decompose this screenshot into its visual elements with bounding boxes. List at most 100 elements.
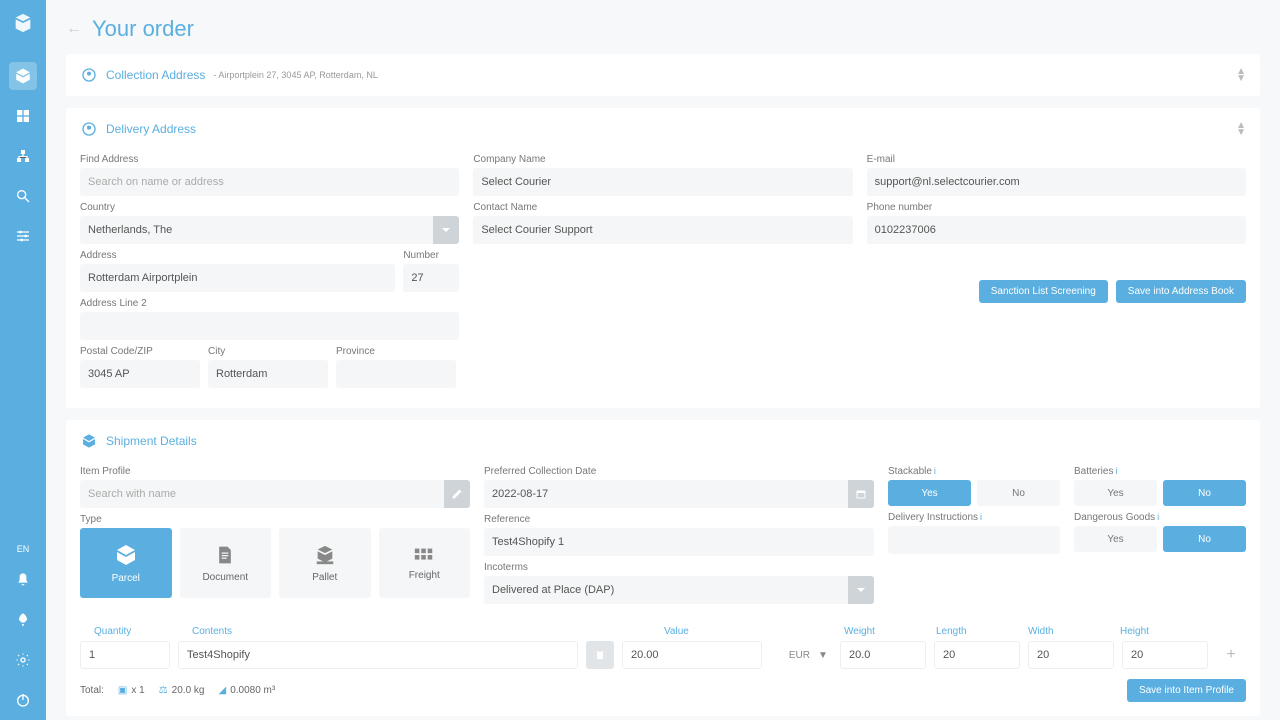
clipboard-icon[interactable] xyxy=(586,641,614,669)
totals: Total: ▣x 1 ⚖20.0 kg ◢0.0080 m³ Save int… xyxy=(80,679,1246,702)
nav-rocket[interactable] xyxy=(9,606,37,634)
nav-dashboard[interactable] xyxy=(9,102,37,130)
province-input[interactable] xyxy=(336,360,456,388)
company-input[interactable] xyxy=(473,168,852,196)
nav-search[interactable] xyxy=(9,182,37,210)
expand-toggle-icon[interactable]: ▲▼ xyxy=(1236,68,1246,82)
document-icon xyxy=(215,544,235,566)
stackable-yes[interactable]: Yes xyxy=(888,480,971,506)
volume-icon: ◢ xyxy=(218,685,226,696)
label-pcd: Preferred Collection Date xyxy=(484,466,874,477)
country-chevron-icon[interactable] xyxy=(433,216,459,244)
info-icon[interactable]: i xyxy=(934,466,936,476)
item-contents-input[interactable] xyxy=(178,641,578,669)
currency-label[interactable]: EUR xyxy=(770,641,810,669)
item-length-input[interactable] xyxy=(934,641,1020,669)
postal-input[interactable] xyxy=(80,360,200,388)
pin-icon xyxy=(80,66,98,84)
delivery-panel: Delivery Address ▲▼ Find Address Country xyxy=(66,108,1260,408)
main: ← Your order Collection Address - Airpor… xyxy=(46,0,1280,720)
phone-input[interactable] xyxy=(867,216,1246,244)
type-freight[interactable]: Freight xyxy=(379,528,471,598)
label-incoterms: Incoterms xyxy=(484,562,874,573)
items-header: Quantity Contents Value Weight Length Wi… xyxy=(80,626,1246,641)
parcel-icon xyxy=(114,543,138,567)
nav-notifications[interactable] xyxy=(9,566,37,594)
email-input[interactable] xyxy=(867,168,1246,196)
item-qty-input[interactable] xyxy=(80,641,170,669)
shipment-panel: Shipment Details Item Profile Type xyxy=(66,420,1260,716)
type-document[interactable]: Document xyxy=(180,528,272,598)
item-value-input[interactable] xyxy=(622,641,762,669)
page-title: Your order xyxy=(92,16,194,42)
chevron-down-icon[interactable] xyxy=(848,576,874,604)
calendar-icon[interactable] xyxy=(848,480,874,508)
collection-subtitle: - Airportplein 27, 3045 AP, Rotterdam, N… xyxy=(213,70,377,80)
label-phone: Phone number xyxy=(867,202,1246,213)
save-profile-button[interactable]: Save into Item Profile xyxy=(1127,679,1246,702)
label-reference: Reference xyxy=(484,514,874,525)
label-contact: Contact Name xyxy=(473,202,852,213)
info-icon[interactable]: i xyxy=(1157,512,1159,522)
label-find-address: Find Address xyxy=(80,154,459,165)
info-icon[interactable]: i xyxy=(1115,466,1117,476)
batteries-yes[interactable]: Yes xyxy=(1074,480,1157,506)
back-arrow-icon[interactable]: ← xyxy=(66,20,82,38)
item-row: EUR ▼ + xyxy=(80,641,1246,669)
label-city: City xyxy=(208,346,328,357)
batteries-no[interactable]: No xyxy=(1163,480,1246,506)
edit-icon[interactable] xyxy=(444,480,470,508)
label-postal: Postal Code/ZIP xyxy=(80,346,200,357)
label-dangerous: Dangerous Goodsi xyxy=(1074,512,1246,523)
profile-input[interactable] xyxy=(80,480,444,508)
sanction-button[interactable]: Sanction List Screening xyxy=(979,280,1108,303)
collection-title: Collection Address xyxy=(106,68,205,82)
pin-icon xyxy=(80,120,98,138)
nav-orders[interactable] xyxy=(9,62,37,90)
pallet-icon xyxy=(314,544,336,566)
deliv-instr-input[interactable] xyxy=(888,526,1060,554)
save-address-button[interactable]: Save into Address Book xyxy=(1116,280,1246,303)
item-weight-input[interactable] xyxy=(840,641,926,669)
label-email: E-mail xyxy=(867,154,1246,165)
currency-chevron-icon[interactable]: ▼ xyxy=(818,650,832,661)
label-profile: Item Profile xyxy=(80,466,470,477)
address-input[interactable] xyxy=(80,264,395,292)
add-item-icon[interactable]: + xyxy=(1216,646,1246,664)
label-deliv-instr: Delivery Instructionsi xyxy=(888,512,1060,523)
label-company: Company Name xyxy=(473,154,852,165)
box-small-icon: ▣ xyxy=(118,685,127,696)
incoterms-select[interactable] xyxy=(484,576,848,604)
expand-toggle-icon[interactable]: ▲▼ xyxy=(1236,122,1246,136)
label-batteries: Batteriesi xyxy=(1074,466,1246,477)
box-icon xyxy=(80,432,98,450)
info-icon[interactable]: i xyxy=(980,512,982,522)
label-address2: Address Line 2 xyxy=(80,298,459,309)
reference-input[interactable] xyxy=(484,528,874,556)
label-number: Number xyxy=(403,250,459,261)
pcd-input[interactable] xyxy=(484,480,848,508)
nav-tree[interactable] xyxy=(9,142,37,170)
number-input[interactable] xyxy=(403,264,459,292)
item-width-input[interactable] xyxy=(1028,641,1114,669)
weight-icon: ⚖ xyxy=(159,685,168,696)
find-address-input[interactable] xyxy=(80,168,459,196)
freight-icon xyxy=(413,546,435,564)
type-parcel[interactable]: Parcel xyxy=(80,528,172,598)
dangerous-no[interactable]: No xyxy=(1163,526,1246,552)
stackable-no[interactable]: No xyxy=(977,480,1060,506)
country-select[interactable] xyxy=(80,216,433,244)
type-pallet[interactable]: Pallet xyxy=(279,528,371,598)
nav-power[interactable] xyxy=(9,686,37,714)
nav-settings-icon[interactable] xyxy=(9,222,37,250)
dangerous-yes[interactable]: Yes xyxy=(1074,526,1157,552)
address2-input[interactable] xyxy=(80,312,459,340)
label-address: Address xyxy=(80,250,395,261)
city-input[interactable] xyxy=(208,360,328,388)
label-stackable: Stackablei xyxy=(888,466,1060,477)
lang-switch[interactable]: EN xyxy=(17,544,30,554)
logo xyxy=(10,10,36,36)
item-height-input[interactable] xyxy=(1122,641,1208,669)
nav-gear[interactable] xyxy=(9,646,37,674)
contact-input[interactable] xyxy=(473,216,852,244)
